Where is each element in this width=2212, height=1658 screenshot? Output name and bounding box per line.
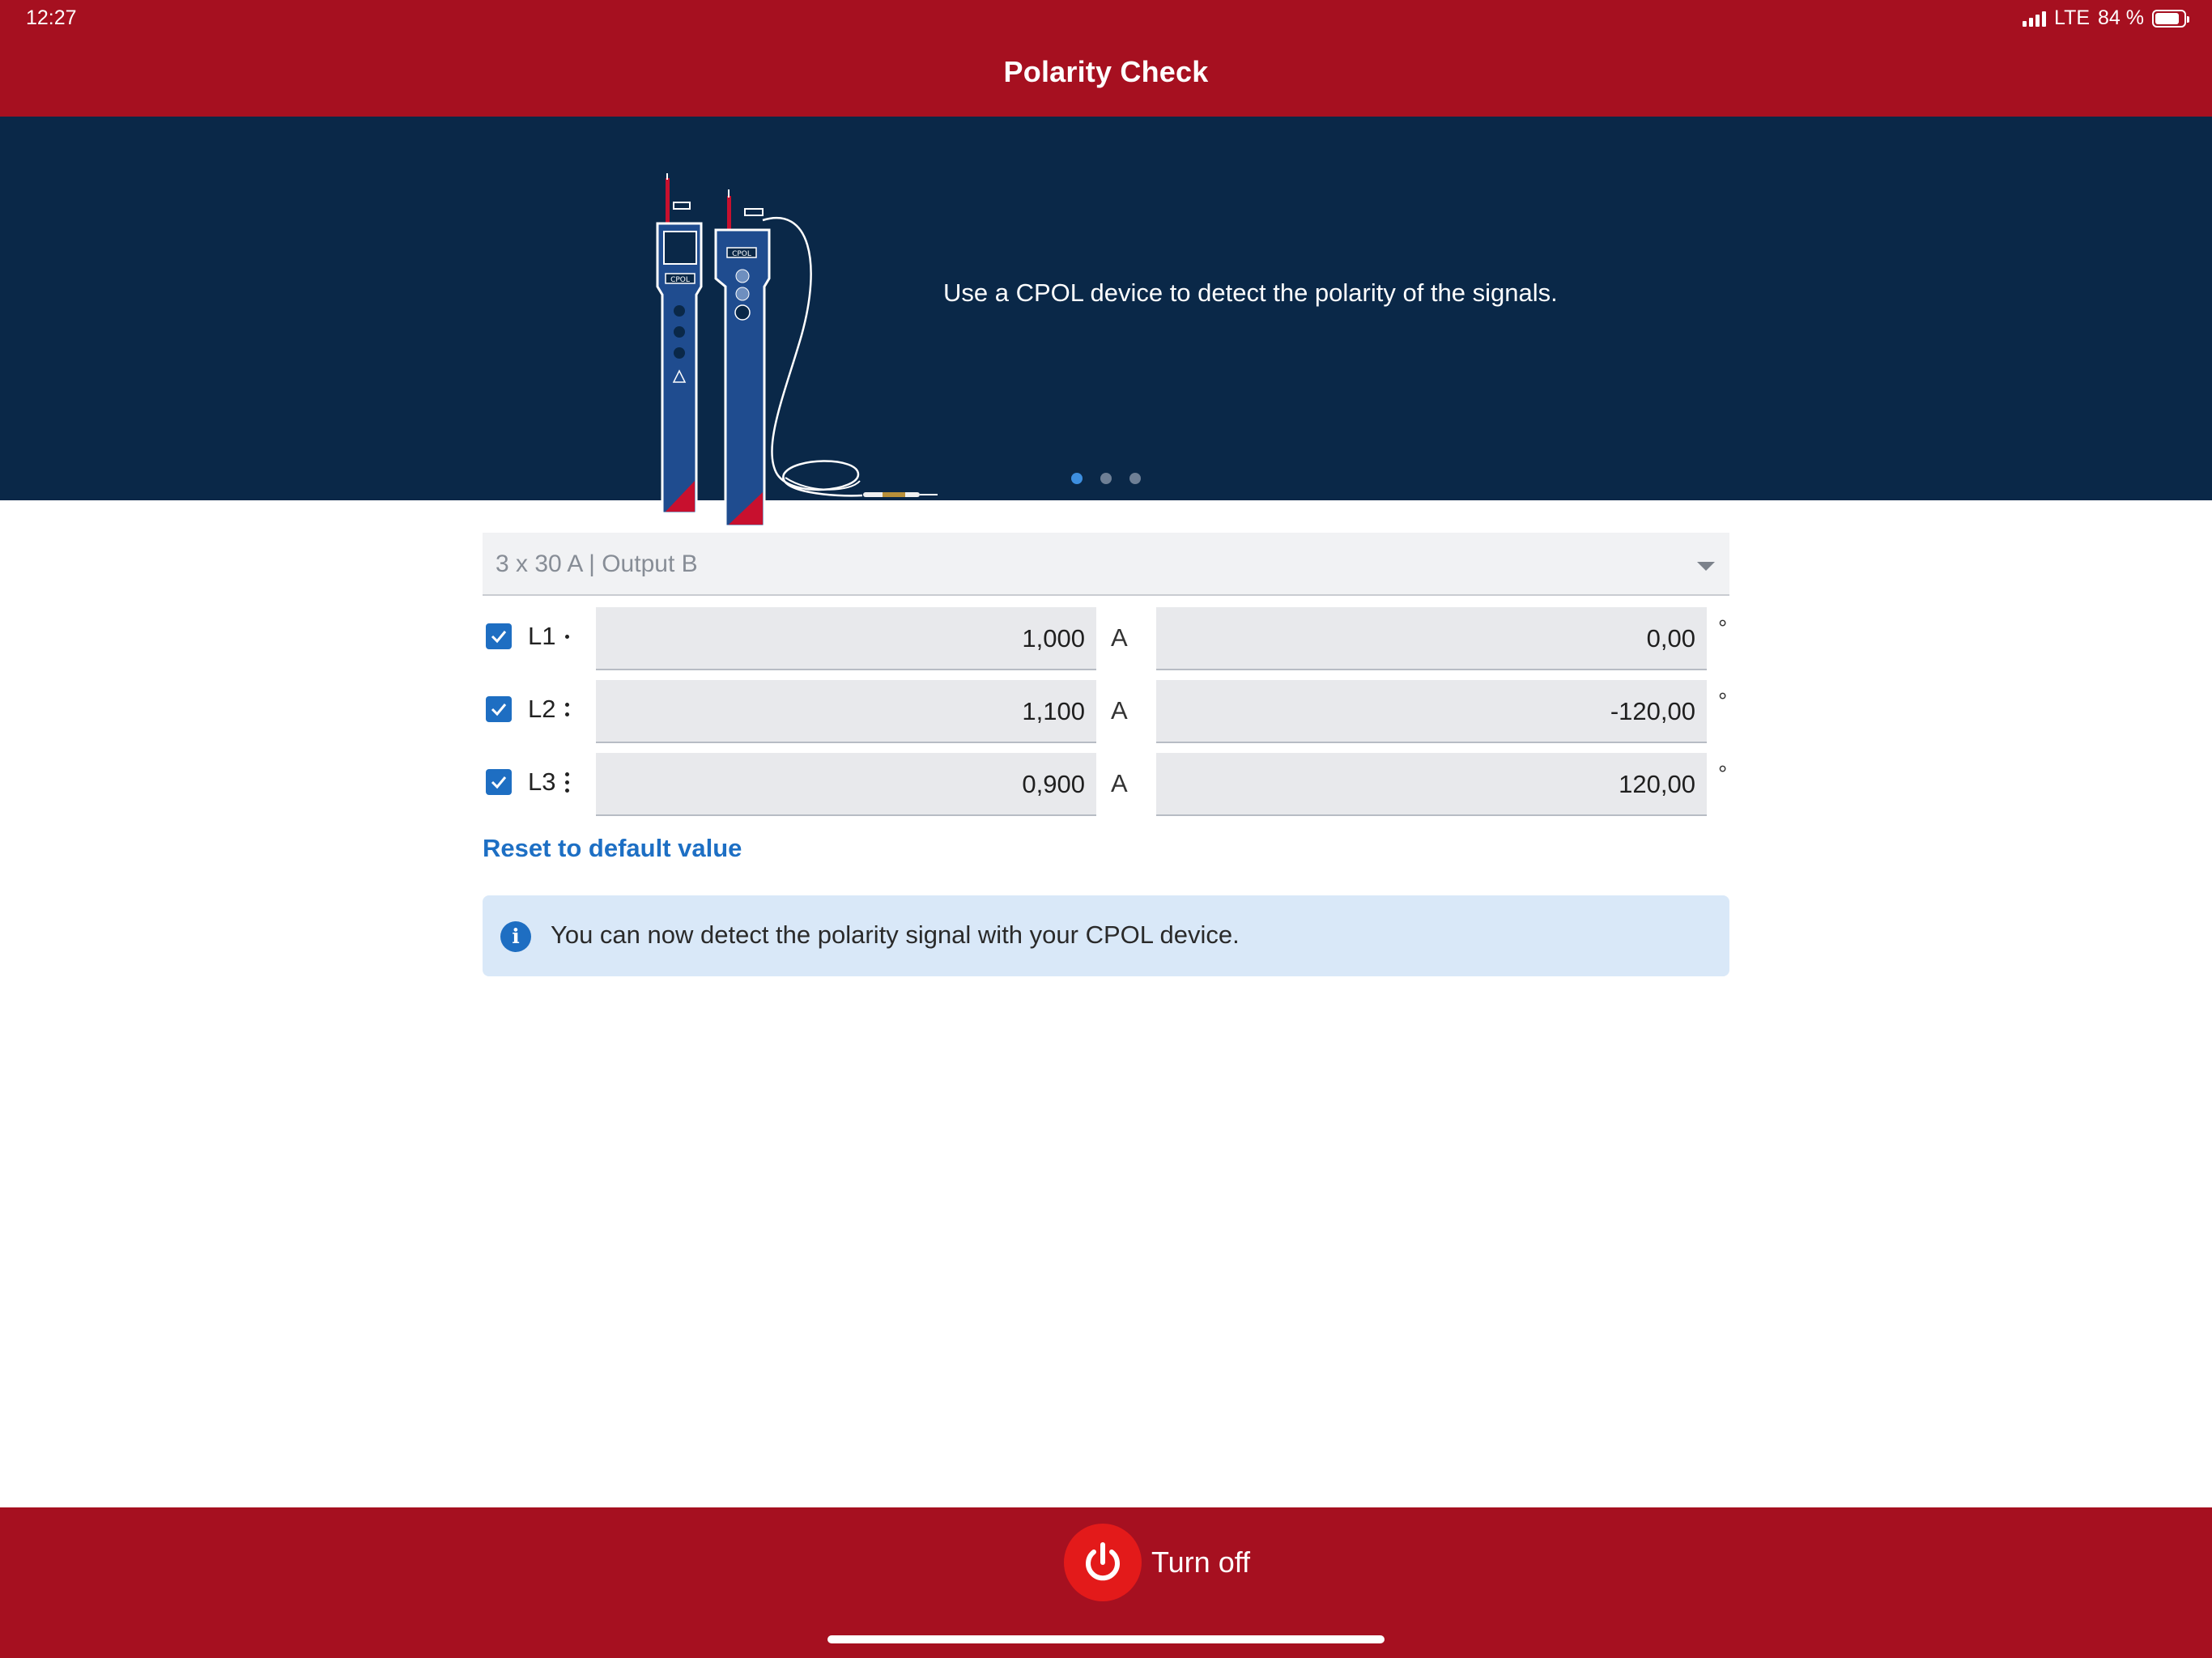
current-input-l1[interactable]: 1,000 [596, 607, 1096, 670]
angle-input-l2[interactable]: -120,00 [1156, 680, 1707, 743]
angle-unit: ° [1718, 615, 1728, 640]
phase-row-l3: L3 0,900 A 120,00 ° [483, 753, 1729, 826]
battery-percent: 84 % [2098, 6, 2144, 29]
carousel-pagination[interactable] [0, 473, 2212, 484]
info-icon: i [500, 921, 531, 952]
output-select-value: 3 x 30 A | Output B [496, 551, 698, 577]
page-title: Polarity Check [1003, 55, 1209, 88]
phase-checkbox-l2[interactable] [486, 696, 512, 722]
reset-default-link[interactable]: Reset to default value [483, 834, 742, 863]
signal-icon [2023, 11, 2047, 27]
turn-off-button[interactable]: Turn off [1064, 1524, 1250, 1601]
current-unit: A [1111, 696, 1128, 725]
phase-checkbox-l1[interactable] [486, 623, 512, 649]
checkmark-icon [491, 631, 507, 644]
carousel-dot[interactable] [1100, 473, 1112, 484]
device-label: CPOL [732, 250, 751, 258]
current-value: 1,000 [1022, 624, 1085, 653]
dropdown-arrow-icon [1697, 562, 1715, 571]
angle-input-l3[interactable]: 120,00 [1156, 753, 1707, 816]
current-value: 0,900 [1022, 770, 1085, 798]
status-time: 12:27 [26, 6, 77, 29]
banner-text: Use a CPOL device to detect the polarity… [943, 278, 1558, 307]
phase-rows: L1 1,000 A 0,00 ° L2 1,100 A -120,00 ° L… [483, 607, 1729, 826]
battery-icon [2152, 9, 2189, 28]
current-unit: A [1111, 769, 1128, 797]
info-message: i You can now detect the polarity signal… [483, 895, 1729, 976]
phase-two-dot-icon [564, 698, 570, 722]
phase-one-dot-icon [564, 625, 570, 649]
current-input-l2[interactable]: 1,100 [596, 680, 1096, 743]
current-unit: A [1111, 623, 1128, 652]
phase-row-l1: L1 1,000 A 0,00 ° [483, 607, 1729, 680]
current-value: 1,100 [1022, 697, 1085, 725]
phase-checkbox-l3[interactable] [486, 769, 512, 795]
carousel-dot[interactable] [1129, 473, 1141, 484]
current-input-l3[interactable]: 0,900 [596, 753, 1096, 816]
phase-label: L3 [528, 767, 556, 796]
network-type: LTE [2054, 6, 2091, 29]
output-select[interactable]: 3 x 30 A | Output B [483, 533, 1729, 596]
turn-off-label: Turn off [1151, 1545, 1251, 1579]
device-label: CPOL [670, 276, 690, 284]
angle-unit: ° [1718, 761, 1728, 786]
info-carousel[interactable]: CPOL CPOL Use a CPOL device to detect th… [0, 117, 2212, 528]
angle-value: 120,00 [1619, 770, 1695, 798]
status-indicators: LTE 84 % [2023, 6, 2189, 30]
angle-input-l1[interactable]: 0,00 [1156, 607, 1707, 670]
info-text: You can now detect the polarity signal w… [551, 920, 1240, 949]
home-indicator[interactable] [827, 1635, 1385, 1643]
main-content: 3 x 30 A | Output B L1 1,000 A 0,00 ° L2… [483, 533, 1729, 976]
carousel-dot[interactable] [1071, 473, 1083, 484]
power-icon[interactable] [1064, 1524, 1142, 1601]
angle-value: 0,00 [1646, 624, 1695, 653]
phase-three-dot-icon [564, 771, 570, 795]
angle-value: -120,00 [1610, 697, 1695, 725]
phase-row-l2: L2 1,100 A -120,00 ° [483, 680, 1729, 753]
phase-label: L1 [528, 622, 556, 650]
phase-label: L2 [528, 695, 556, 723]
checkmark-icon [491, 776, 507, 789]
angle-unit: ° [1718, 688, 1728, 713]
top-bar: 12:27 LTE 84 % Polarity Check [0, 0, 2212, 117]
checkmark-icon [491, 704, 507, 716]
